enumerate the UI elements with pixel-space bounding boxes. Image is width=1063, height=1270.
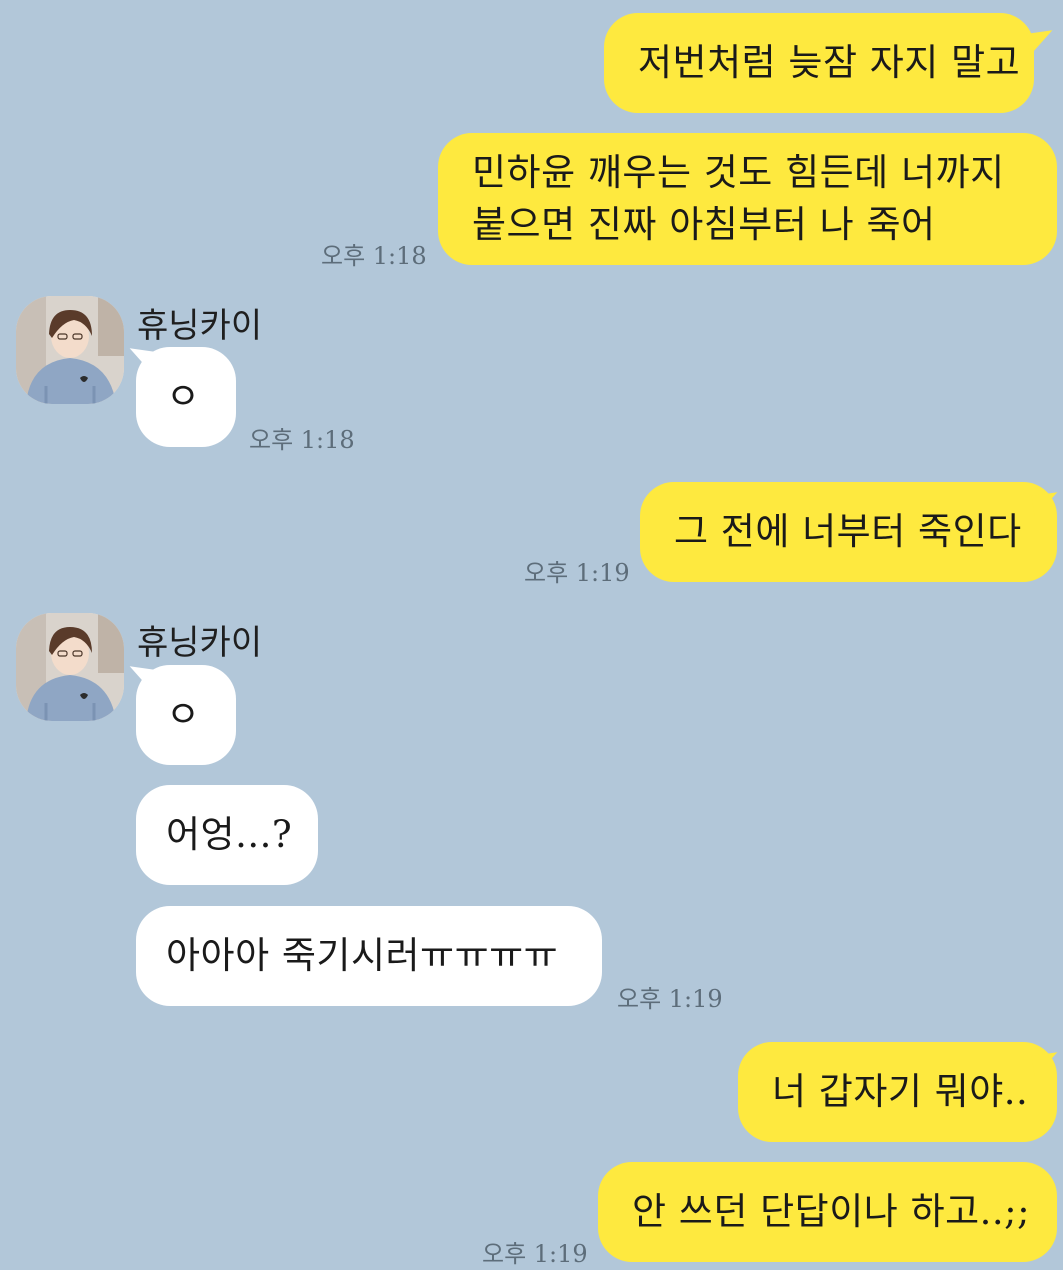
message-text: ㅇ xyxy=(166,693,201,736)
message-text: 그 전에 너부터 죽인다 xyxy=(674,510,1022,553)
their-message-bubble[interactable]: 어엉...? xyxy=(136,785,318,885)
message-text: 아아아 죽기시러ㅠㅠㅠㅠ xyxy=(166,934,559,977)
message-timestamp: 오후 1:19 xyxy=(617,985,723,1013)
message-text: 안 쓰던 단답이나 하고..;; xyxy=(632,1190,1031,1233)
their-message-bubble[interactable]: 아아아 죽기시러ㅠㅠㅠㅠ xyxy=(136,906,602,1006)
contact-avatar[interactable] xyxy=(16,613,124,721)
bubble-tail xyxy=(126,348,156,374)
message-timestamp: 오후 1:19 xyxy=(524,559,630,587)
contact-avatar[interactable] xyxy=(16,296,124,404)
message-text: 너 갑자기 뭐야.. xyxy=(772,1070,1029,1113)
bubble-tail xyxy=(1031,1052,1061,1078)
message-timestamp: 오후 1:18 xyxy=(321,242,427,270)
profile-photo-icon xyxy=(16,613,124,721)
my-message-bubble[interactable]: 안 쓰던 단답이나 하고..;; xyxy=(598,1162,1057,1262)
message-timestamp: 오후 1:19 xyxy=(482,1240,588,1268)
bubble-tail xyxy=(1026,30,1056,56)
profile-photo-icon xyxy=(16,296,124,404)
sender-name: 휴닝카이 xyxy=(137,623,263,663)
message-text: ㅇ xyxy=(166,375,201,418)
sender-name: 휴닝카이 xyxy=(137,306,263,346)
my-message-bubble[interactable]: 민하윤 깨우는 것도 힘든데 너까지 붙으면 진짜 아침부터 나 죽어 xyxy=(438,133,1057,265)
my-message-bubble[interactable]: 너 갑자기 뭐야.. xyxy=(738,1042,1057,1142)
bubble-tail xyxy=(1031,492,1061,518)
message-text: 저번처럼 늦잠 자지 말고 xyxy=(638,41,1021,84)
message-timestamp: 오후 1:18 xyxy=(249,426,355,454)
message-text: 어엉...? xyxy=(166,813,293,856)
my-message-bubble[interactable]: 그 전에 너부터 죽인다 xyxy=(640,482,1057,582)
bubble-tail xyxy=(126,666,156,692)
message-text-line: 민하윤 깨우는 것도 힘든데 너까지 xyxy=(472,151,1005,194)
my-message-bubble[interactable]: 저번처럼 늦잠 자지 말고 xyxy=(604,13,1034,113)
message-text-line: 붙으면 진짜 아침부터 나 죽어 xyxy=(472,203,936,246)
